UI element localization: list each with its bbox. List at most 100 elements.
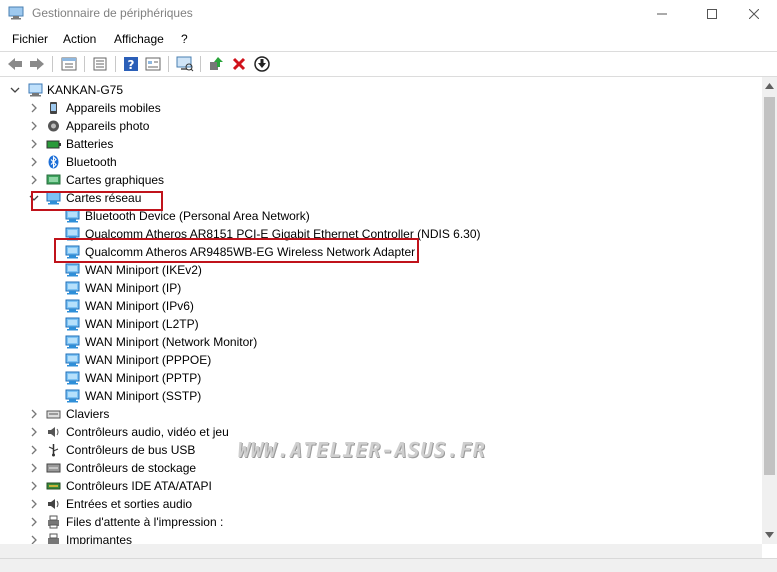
category-label: Contrôleurs IDE ATA/ATAPI (66, 479, 212, 493)
display-adapter-icon (46, 173, 61, 187)
network-adapter-icon (65, 299, 80, 313)
print-queue-icon (46, 515, 61, 529)
vertical-scrollbar[interactable] (762, 77, 777, 544)
tree-category-6[interactable]: Claviers (0, 405, 760, 423)
chevron-right-icon[interactable] (29, 175, 39, 185)
maximize-button[interactable] (689, 0, 735, 27)
scan-hardware-button[interactable] (176, 55, 194, 73)
chevron-right-icon[interactable] (29, 445, 39, 455)
view-icon (145, 57, 161, 71)
chevron-right-icon[interactable] (29, 481, 39, 491)
tree-category-1[interactable]: Appareils photo (0, 117, 760, 135)
list-button[interactable] (91, 55, 109, 73)
ide-icon (46, 479, 61, 493)
tree-category-12[interactable]: Files d'attente à l'impression : (0, 513, 760, 531)
adapter-label: WAN Miniport (Network Monitor) (85, 335, 258, 349)
printer-icon (46, 533, 61, 544)
menu-affichage[interactable]: Affichage (114, 32, 164, 46)
network-adapter-item[interactable]: WAN Miniport (IKEv2) (0, 261, 760, 279)
adapter-label: WAN Miniport (IKEv2) (85, 263, 202, 277)
tree-category-0[interactable]: Appareils mobiles (0, 99, 760, 117)
chevron-right-icon[interactable] (29, 517, 39, 527)
tree-root[interactable]: KANKAN-G75 (0, 81, 760, 99)
keyboard-icon (46, 407, 61, 421)
audio-icon (46, 425, 61, 439)
title-bar: Gestionnaire de périphériques (0, 0, 777, 27)
network-adapter-icon (65, 317, 80, 331)
forward-arrow-icon (30, 58, 44, 70)
network-adapter-item[interactable]: WAN Miniport (PPPOE) (0, 351, 760, 369)
speaker-icon (46, 497, 61, 511)
close-button[interactable] (731, 0, 777, 27)
tree-category-3[interactable]: Bluetooth (0, 153, 760, 171)
chevron-right-icon[interactable] (29, 409, 39, 419)
network-adapter-icon (65, 263, 80, 277)
tree-category-10[interactable]: Contrôleurs IDE ATA/ATAPI (0, 477, 760, 495)
minimize-icon (657, 13, 667, 14)
vertical-scroll-thumb[interactable] (764, 97, 775, 475)
status-bar (0, 558, 777, 572)
scan-monitor-icon (176, 56, 194, 72)
network-adapter-icon (65, 281, 80, 295)
toolbar: ? (0, 51, 777, 77)
disable-download-icon (254, 56, 270, 72)
help-icon: ? (124, 57, 138, 72)
window-title: Gestionnaire de périphériques (32, 6, 193, 20)
storage-icon (46, 461, 61, 475)
network-adapter-item[interactable]: WAN Miniport (SSTP) (0, 387, 760, 405)
watermark: WWW.ATELIER-ASUS.FR (238, 438, 486, 462)
network-adapter-icon (65, 389, 80, 403)
network-adapter-item[interactable]: WAN Miniport (L2TP) (0, 315, 760, 333)
network-adapter-icon (65, 335, 80, 349)
chevron-right-icon[interactable] (29, 139, 39, 149)
network-adapter-item[interactable]: WAN Miniport (IPv6) (0, 297, 760, 315)
menu-action[interactable]: Action (63, 32, 96, 46)
menu-fichier[interactable]: Fichier (12, 32, 48, 46)
adapter-label: WAN Miniport (IP) (85, 281, 182, 295)
chevron-right-icon[interactable] (29, 535, 39, 544)
scroll-up-icon[interactable] (765, 83, 774, 89)
tree-category-4[interactable]: Cartes graphiques (0, 171, 760, 189)
scroll-down-icon[interactable] (765, 532, 774, 538)
chevron-down-icon[interactable] (10, 85, 20, 95)
network-adapter-item[interactable]: WAN Miniport (IP) (0, 279, 760, 297)
chevron-right-icon[interactable] (29, 121, 39, 131)
disable-button[interactable] (253, 55, 271, 73)
menu-bar: Fichier Action Affichage ? (0, 29, 777, 49)
adapter-label: WAN Miniport (PPTP) (85, 371, 202, 385)
properties-button[interactable] (60, 55, 78, 73)
toolbar-separator (200, 56, 201, 72)
chevron-right-icon[interactable] (29, 157, 39, 167)
chevron-right-icon[interactable] (29, 499, 39, 509)
toolbar-separator (115, 56, 116, 72)
network-adapter-icon (65, 209, 80, 223)
tree-category-13[interactable]: Imprimantes (0, 531, 760, 544)
category-label: Contrôleurs de stockage (66, 461, 197, 475)
network-adapter-icon (65, 353, 80, 367)
horizontal-scrollbar[interactable] (0, 544, 762, 558)
update-driver-icon (210, 57, 223, 70)
chevron-right-icon[interactable] (29, 463, 39, 473)
view-button[interactable] (144, 55, 162, 73)
chevron-right-icon[interactable] (29, 427, 39, 437)
uninstall-button[interactable] (230, 55, 248, 73)
camera-icon (46, 119, 61, 133)
tree-category-11[interactable]: Entrées et sorties audio (0, 495, 760, 513)
help-button[interactable]: ? (122, 55, 140, 73)
toolbar-separator (84, 56, 85, 72)
back-button[interactable] (6, 55, 24, 73)
highlight-cartes-reseau (31, 191, 163, 211)
forward-button[interactable] (28, 55, 46, 73)
device-manager-icon (8, 6, 24, 20)
tree-category-2[interactable]: Batteries (0, 135, 760, 153)
menu-help[interactable]: ? (181, 32, 188, 46)
category-label: Cartes graphiques (66, 173, 165, 187)
adapter-label: WAN Miniport (SSTP) (85, 389, 202, 403)
network-adapter-item[interactable]: WAN Miniport (PPTP) (0, 369, 760, 387)
minimize-button[interactable] (639, 0, 685, 27)
category-label: Contrôleurs audio, vidéo et jeu (66, 425, 229, 439)
update-driver-button[interactable] (207, 55, 225, 73)
back-arrow-icon (8, 58, 22, 70)
chevron-right-icon[interactable] (29, 103, 39, 113)
network-adapter-item[interactable]: WAN Miniport (Network Monitor) (0, 333, 760, 351)
